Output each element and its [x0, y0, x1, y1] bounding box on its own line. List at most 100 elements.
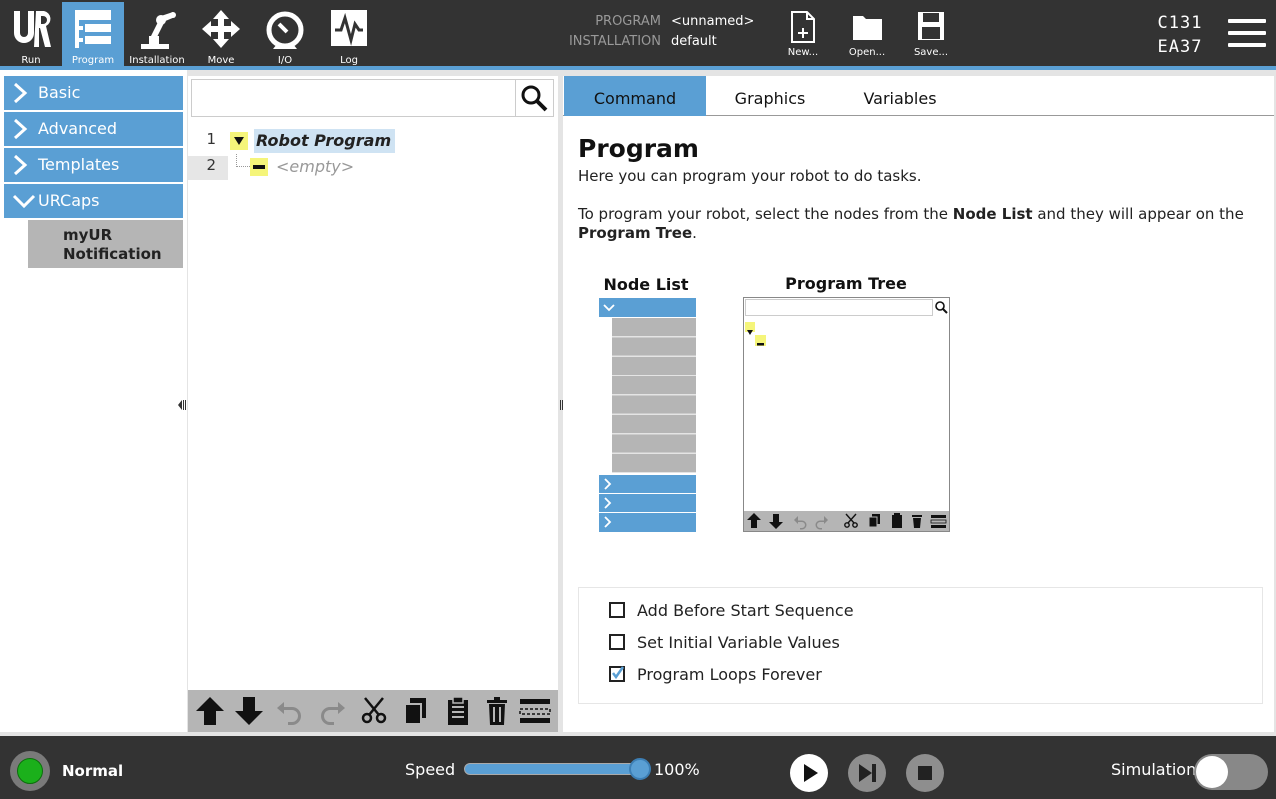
- robot-status-text: Normal: [62, 762, 124, 780]
- tab-bar: Command Graphics Variables: [563, 76, 1274, 116]
- program-tree-panel: 1 Robot Program 2 <empty>: [188, 76, 558, 732]
- tree-row[interactable]: 2 <empty>: [188, 154, 558, 180]
- program-name: <unnamed>: [671, 14, 755, 29]
- move-arrows-icon: [202, 10, 240, 48]
- suppress-icon[interactable]: [519, 696, 551, 726]
- empty-node-label[interactable]: <empty>: [276, 157, 354, 176]
- desc-bold-node-list: Node List: [952, 205, 1033, 223]
- file-label: New...: [787, 47, 819, 58]
- sidebar-item-basic[interactable]: Basic: [4, 76, 183, 110]
- move-down-icon[interactable]: [233, 696, 265, 726]
- speed-slider-track[interactable]: [464, 763, 640, 775]
- nav-label: I/O: [277, 55, 293, 66]
- save-button[interactable]: Save...: [902, 2, 960, 66]
- checkbox[interactable]: [609, 634, 625, 650]
- open-folder-icon: [853, 16, 882, 40]
- paste-icon[interactable]: [442, 696, 474, 726]
- nav-move-button[interactable]: Move: [190, 2, 252, 66]
- speed-slider-thumb[interactable]: [629, 758, 651, 780]
- hamburger-menu-icon[interactable]: [1228, 19, 1266, 49]
- stop-button[interactable]: [906, 754, 944, 792]
- program-tree-illustration: [743, 297, 950, 532]
- illustration-triangle-icon: [745, 322, 755, 335]
- speed-value: 100%: [654, 760, 700, 779]
- nav-program-button[interactable]: Program: [62, 2, 124, 66]
- delete-icon[interactable]: [481, 696, 513, 726]
- tree-connector: [236, 154, 250, 167]
- sidebar-subitem-myur-notification[interactable]: myUR Notification: [28, 220, 183, 268]
- program-tree-icon: [75, 10, 111, 48]
- sidebar-item-urcaps[interactable]: URCaps: [4, 184, 183, 218]
- chevron-right-icon: [13, 82, 28, 104]
- file-label: Save...: [913, 47, 949, 58]
- cut-icon[interactable]: [358, 696, 390, 726]
- open-button[interactable]: Open...: [838, 2, 896, 66]
- new-button[interactable]: New...: [774, 2, 832, 66]
- tab-command[interactable]: Command: [564, 76, 706, 116]
- chevron-right-icon: [604, 516, 612, 528]
- status-light: [17, 758, 43, 784]
- sidebar-item-templates[interactable]: Templates: [4, 148, 183, 182]
- robot-arm-icon: [141, 12, 176, 49]
- undo-icon[interactable]: [274, 696, 306, 726]
- empty-node-icon: [250, 158, 268, 176]
- save-disk-icon: [918, 12, 944, 40]
- simulation-toggle[interactable]: [1194, 754, 1268, 790]
- bottom-bar: Normal Speed 100% Simulation: [0, 736, 1276, 799]
- node-list-illustration: [599, 298, 696, 532]
- copy-icon[interactable]: [400, 696, 432, 726]
- checkbox[interactable]: [609, 666, 625, 682]
- tree-search-box[interactable]: [191, 79, 554, 117]
- installation-name: default: [671, 34, 717, 49]
- illustration-row: [599, 494, 696, 512]
- tree-toolbar: [188, 690, 558, 732]
- left-splitter-handle-icon[interactable]: [177, 397, 187, 411]
- option-label: Set Initial Variable Values: [637, 633, 840, 652]
- io-gauge-icon: [266, 11, 304, 49]
- node-list-sidebar: Basic Advanced Templates URCaps myUR Not…: [0, 70, 187, 732]
- step-button[interactable]: [848, 754, 886, 792]
- nav-run-button[interactable]: Run: [0, 2, 62, 66]
- new-file-icon: [791, 11, 815, 43]
- top-bar: Run Program Installation Move I/O Log PR…: [0, 0, 1276, 66]
- program-key-label: PROGRAM: [595, 14, 661, 29]
- search-button[interactable]: [515, 80, 553, 116]
- log-chart-icon: [331, 10, 367, 46]
- robot-status-indicator[interactable]: [10, 751, 50, 791]
- redo-icon[interactable]: [316, 696, 348, 726]
- chevron-right-icon: [13, 118, 28, 140]
- illustration-expanded-row: [599, 298, 696, 317]
- option-label: Add Before Start Sequence: [637, 601, 854, 620]
- node-list-illustration-title: Node List: [603, 275, 689, 294]
- robot-program-node[interactable]: Robot Program: [254, 129, 396, 153]
- program-options-box: Add Before Start Sequence Set Initial Va…: [578, 587, 1263, 704]
- tree-row[interactable]: 1 Robot Program: [188, 128, 558, 153]
- illustration-row: [599, 513, 696, 532]
- page-title: Program: [578, 134, 699, 163]
- play-button[interactable]: [790, 754, 828, 792]
- chevron-down-icon: [12, 194, 36, 209]
- tree-search-input[interactable]: [196, 84, 514, 112]
- tab-graphics[interactable]: Graphics: [706, 76, 834, 116]
- desc-bold-program-tree: Program Tree: [578, 224, 693, 242]
- sidebar-item-label: Templates: [38, 155, 120, 174]
- chevron-right-icon: [604, 497, 612, 509]
- nav-log-button[interactable]: Log: [318, 2, 380, 66]
- illustration-toolbar-icons: [747, 513, 947, 530]
- robot-id-line1: C131: [1157, 13, 1203, 33]
- nav-io-button[interactable]: I/O: [254, 2, 316, 66]
- sidebar-item-label: Basic: [38, 83, 81, 102]
- tab-variables[interactable]: Variables: [834, 76, 966, 116]
- nav-installation-button[interactable]: Installation: [126, 2, 188, 66]
- chevron-down-icon: [603, 304, 615, 312]
- installation-key-label: INSTALLATION: [568, 34, 661, 49]
- play-icon: [804, 764, 818, 782]
- move-up-icon[interactable]: [194, 696, 226, 726]
- program-tree-illustration-title: Program Tree: [785, 274, 907, 293]
- sidebar-item-advanced[interactable]: Advanced: [4, 112, 183, 146]
- checkbox[interactable]: [609, 602, 625, 618]
- option-label: Program Loops Forever: [637, 665, 822, 684]
- nav-label: Move: [207, 55, 235, 66]
- collapse-triangle-icon[interactable]: [230, 132, 248, 150]
- file-label: Open...: [848, 47, 886, 58]
